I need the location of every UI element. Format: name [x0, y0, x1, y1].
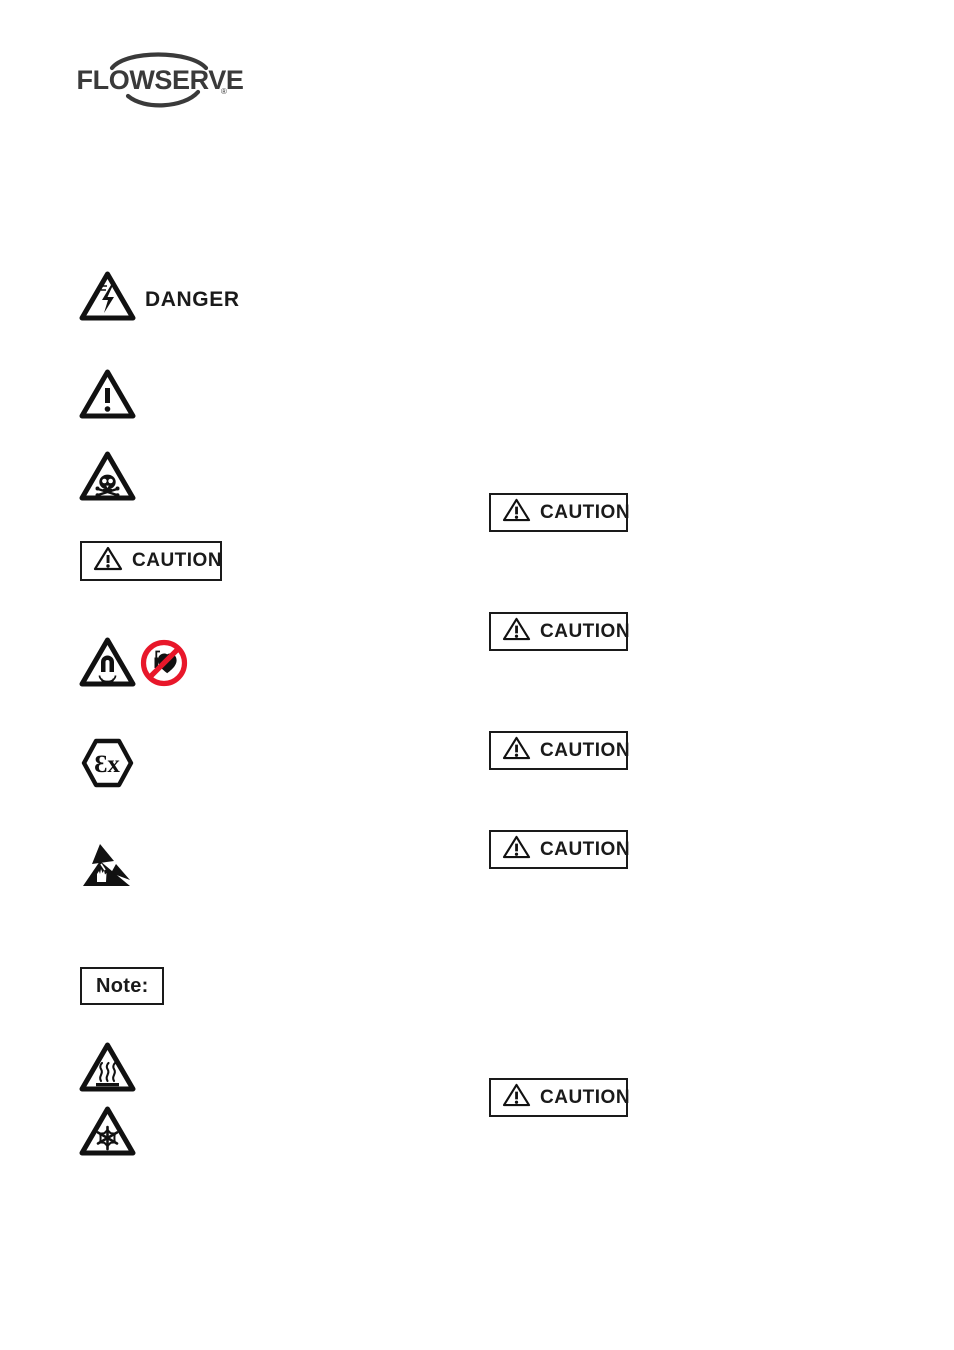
danger-notice: DANGER [79, 271, 240, 327]
no-pacemaker-prohibition-icon [139, 638, 189, 693]
atex-notice: Ɛx [80, 738, 135, 793]
caution-label: CAUTION [540, 1086, 631, 1108]
electrostatic-discharge-icon [80, 844, 138, 896]
warning-triangle-icon [502, 498, 531, 528]
esd-notice [80, 840, 138, 897]
document-page: FLOWSERVE ® DANGER CAUTION Ɛx Note: CAUT… [0, 0, 954, 1350]
svg-text:Ɛx: Ɛx [94, 751, 120, 778]
note-box: Note: [80, 967, 164, 1005]
caution-label: CAUTION [540, 838, 631, 860]
warning-triangle-icon [502, 617, 531, 647]
magnetic-field-triangle-icon [79, 637, 136, 693]
warning-triangle-icon [502, 835, 531, 865]
caution-label: CAUTION [132, 550, 223, 571]
caution-box-left: CAUTION [80, 541, 222, 581]
cold-surface-notice [79, 1106, 136, 1162]
toxic-skull-triangle-icon [79, 451, 136, 506]
note-label: Note: [96, 974, 149, 997]
danger-label: DANGER [145, 287, 240, 311]
caution-box-right-5: CAUTION [489, 1078, 631, 1117]
flowserve-logo: FLOWSERVE ® [77, 44, 244, 108]
hot-surface-triangle-icon [79, 1042, 136, 1097]
toxic-notice [79, 451, 136, 507]
caution-box-right-1: CAUTION [489, 493, 631, 532]
svg-text:FLOWSERVE: FLOWSERVE [77, 65, 244, 95]
warning-triangle-icon [79, 369, 136, 424]
freezing-snowflake-triangle-icon [79, 1106, 136, 1161]
caution-box-right-4: CAUTION [489, 830, 631, 869]
caution-box-right-3: CAUTION [489, 731, 631, 770]
warning-triangle-icon [502, 1083, 531, 1113]
warning-triangle-icon [93, 546, 123, 577]
caution-label: CAUTION [540, 501, 631, 523]
caution-box-right-2: CAUTION [489, 612, 631, 651]
electric-shock-triangle-icon [79, 271, 136, 327]
hot-surface-notice [79, 1042, 136, 1098]
magnetic-field-pacemaker-notice [79, 637, 189, 693]
warning-triangle-icon [502, 736, 531, 766]
caution-label: CAUTION [540, 620, 631, 642]
caution-label: CAUTION [540, 739, 631, 761]
warning-triangle-notice [79, 369, 136, 425]
svg-text:®: ® [221, 87, 227, 96]
atex-ex-hexagon-icon: Ɛx [80, 738, 135, 792]
